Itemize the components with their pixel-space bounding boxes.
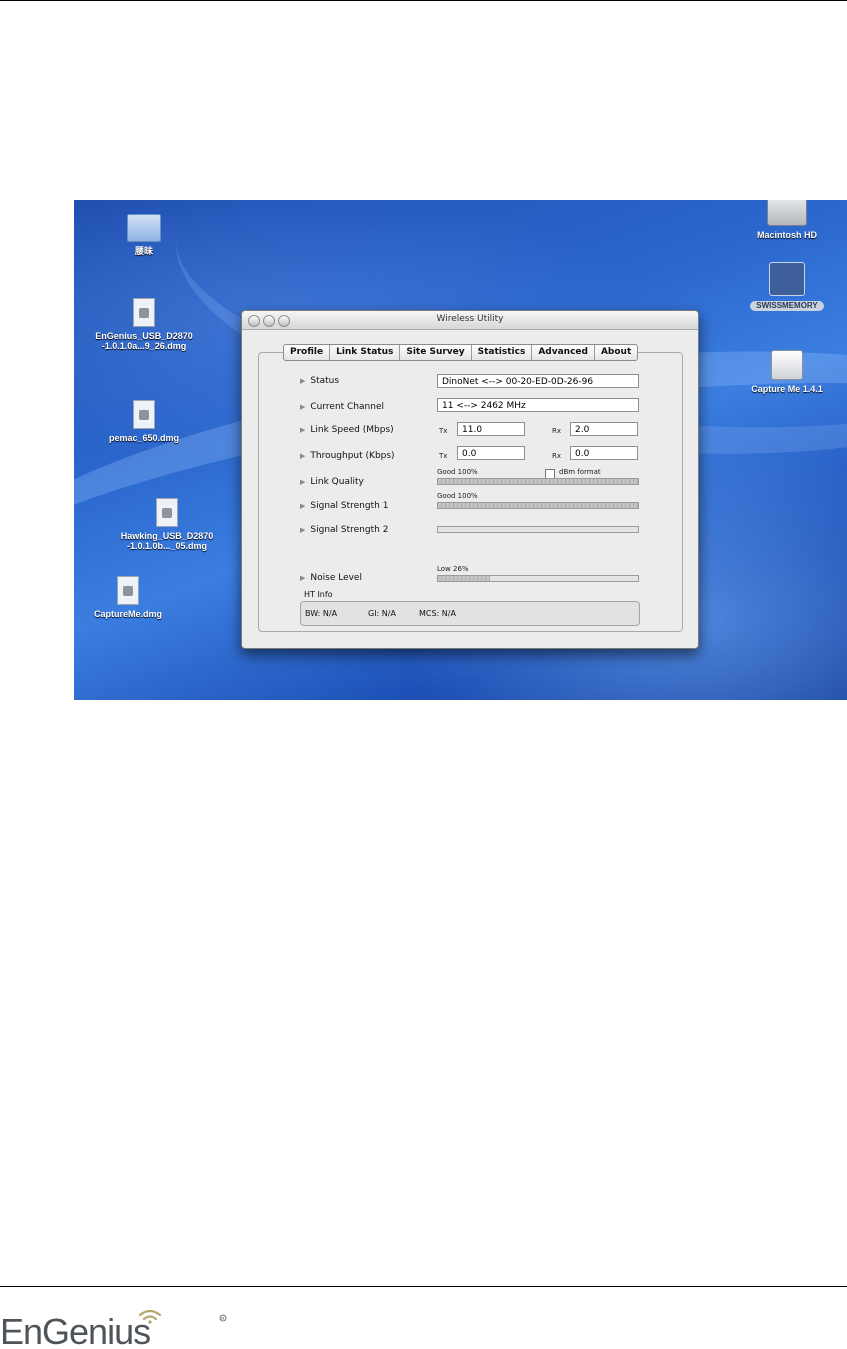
disk-image-icon — [133, 298, 155, 327]
window-title: Wireless Utility — [436, 314, 504, 324]
ht-gi: GI: N/A — [368, 609, 396, 618]
hard-drive-icon — [767, 200, 807, 226]
usb-drive-icon — [769, 262, 805, 296]
disclosure-triangle-icon: ▶ — [300, 526, 306, 534]
desktop-icon-pemac-dmg[interactable]: pemac_650.dmg — [96, 400, 192, 443]
desktop-icon-hawking-dmg[interactable]: Hawking_USB_D2870 -1.0.1.0b..._05.dmg — [99, 498, 235, 551]
ht-bw: BW: N/A — [305, 609, 338, 618]
disclosure-triangle-icon: ▶ — [300, 452, 306, 460]
dbm-format-label: dBm format — [559, 468, 601, 476]
link-quality-bar — [437, 478, 639, 485]
disk-image-icon — [117, 576, 139, 605]
tab-about[interactable]: About — [595, 345, 637, 360]
desktop-icon-captureme-dmg[interactable]: CaptureMe.dmg — [80, 576, 176, 619]
disclosure-triangle-icon: ▶ — [300, 502, 306, 510]
tab-advanced[interactable]: Advanced — [532, 345, 595, 360]
tab-statistics[interactable]: Statistics — [472, 345, 533, 360]
status-label: Status — [310, 376, 340, 386]
desktop-icon-engenius-dmg[interactable]: EnGenius_USB_D2870 -1.0.1.0a...9_26.dmg — [76, 298, 212, 351]
signal-strength-1-text: Good 100% — [437, 492, 478, 500]
tab-profile[interactable]: Profile — [284, 345, 331, 360]
disclosure-triangle-icon: ▶ — [300, 574, 306, 582]
tab-site-survey[interactable]: Site Survey — [400, 345, 472, 360]
ht-mcs: MCS: N/A — [419, 609, 456, 618]
link-speed-label: Link Speed (Mbps) — [310, 425, 394, 435]
channel-label: Current Channel — [310, 402, 385, 412]
link-speed-rx-value: 2.0 — [570, 422, 638, 436]
signal-strength-2-row: ▶ Signal Strength 2 — [300, 525, 388, 535]
throughput-row: ▶ Throughput (Kbps) — [300, 451, 395, 461]
desktop-icon-swissmemory[interactable]: SWISSMEMORY — [744, 262, 830, 311]
engenius-logo: EnGenius R — [0, 1309, 227, 1348]
disclosure-triangle-icon: ▶ — [300, 478, 306, 486]
link-quality-text: Good 100% — [437, 468, 478, 476]
disk-image-icon — [156, 498, 178, 527]
disclosure-triangle-icon: ▶ — [300, 377, 306, 385]
ht-info-title: HT Info — [304, 590, 333, 599]
desktop-icon-macintosh-hd[interactable]: Macintosh HD — [746, 200, 828, 240]
throughput-label: Throughput (Kbps) — [310, 451, 395, 461]
disk-image-icon — [133, 400, 155, 429]
signal-strength-1-row: ▶ Signal Strength 1 — [300, 501, 388, 511]
footer-rule — [0, 1286, 847, 1287]
status-row: ▶ Status — [300, 376, 339, 386]
channel-row: ▶ Current Channel — [300, 402, 384, 412]
signal-strength-1-fill — [438, 503, 638, 508]
signal-strength-1-label: Signal Strength 1 — [310, 501, 389, 511]
channel-value: 11 <--> 2462 MHz — [437, 398, 639, 412]
status-value: DinoNet <--> 00-20-ED-0D-26-96 — [437, 374, 639, 388]
desktop-icon-folder[interactable]: 腰昧 — [114, 214, 174, 256]
noise-level-label: Noise Level — [310, 573, 362, 583]
disclosure-triangle-icon: ▶ — [300, 426, 306, 434]
link-speed-row: ▶ Link Speed (Mbps) — [300, 425, 394, 435]
link-quality-row: ▶ Link Quality — [300, 477, 364, 487]
throughput-tx-label: Tx — [439, 452, 448, 460]
noise-level-text: Low 26% — [437, 565, 469, 573]
disclosure-triangle-icon: ▶ — [300, 403, 306, 411]
link-speed-tx-value: 11.0 — [457, 422, 525, 436]
signal-strength-2-bar — [437, 526, 639, 533]
drive-icon — [771, 350, 803, 380]
ht-info-box: BW: N/A GI: N/A MCS: N/A — [300, 601, 640, 626]
link-speed-tx-label: Tx — [439, 427, 448, 435]
noise-level-row: ▶ Noise Level — [300, 573, 362, 583]
link-quality-fill — [438, 479, 638, 484]
tab-bar: Profile Link Status Site Survey Statisti… — [283, 344, 639, 361]
noise-level-fill — [438, 576, 490, 581]
link-speed-rx-label: Rx — [552, 427, 562, 435]
tab-link-status[interactable]: Link Status — [330, 345, 401, 360]
throughput-rx-label: Rx — [552, 452, 562, 460]
top-rule — [0, 0, 847, 1]
throughput-rx-value: 0.0 — [570, 446, 638, 460]
desktop-icon-capture-me-volume[interactable]: Capture Me 1.4.1 — [742, 350, 832, 394]
signal-strength-2-label: Signal Strength 2 — [310, 525, 389, 535]
noise-level-bar — [437, 575, 639, 582]
window-titlebar[interactable]: Wireless Utility — [242, 311, 698, 330]
wireless-utility-window: Wireless Utility Profile Link Status Sit… — [241, 310, 699, 649]
signal-strength-1-bar — [437, 502, 639, 509]
throughput-tx-value: 0.0 — [457, 446, 525, 460]
folder-icon — [127, 214, 161, 242]
link-quality-label: Link Quality — [310, 477, 364, 487]
engenius-logo-text: EnGenius — [0, 1311, 150, 1348]
